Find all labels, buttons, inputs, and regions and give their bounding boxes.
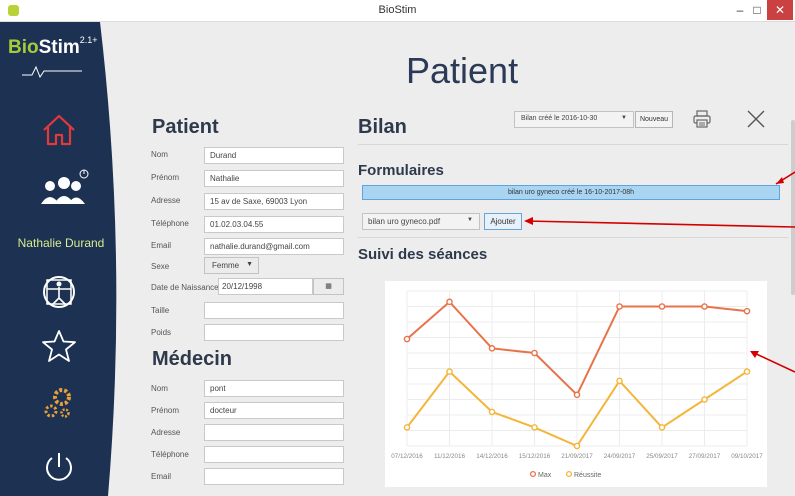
data-point bbox=[616, 377, 623, 385]
pdf-template-select[interactable]: bilan uro gyneco.pdf ▼ bbox=[362, 213, 480, 230]
data-point bbox=[531, 424, 538, 431]
patient-telephone-label: Téléphone bbox=[151, 219, 189, 228]
star-icon[interactable] bbox=[40, 328, 78, 364]
patient-prenom-field[interactable]: Nathalie bbox=[204, 170, 344, 187]
vitruvian-icon[interactable] bbox=[40, 274, 78, 310]
data-point bbox=[616, 303, 623, 310]
patient-heading: Patient bbox=[152, 116, 219, 138]
data-point bbox=[573, 391, 581, 399]
poids-field[interactable] bbox=[204, 324, 344, 341]
legend-label: Max bbox=[538, 472, 552, 479]
data-point bbox=[403, 335, 411, 343]
calendar-icon[interactable]: ▦ bbox=[313, 278, 344, 295]
maximize-button[interactable]: □ bbox=[749, 0, 765, 20]
legend-marker bbox=[565, 470, 573, 478]
data-point bbox=[573, 442, 581, 450]
medecin-email-label: Email bbox=[151, 472, 172, 481]
bilan-select[interactable]: Bilan créé le 2016-10-30 ▼ bbox=[514, 111, 634, 128]
form-list-item[interactable]: bilan uro gyneco créé le 16-10-2017-08h bbox=[362, 185, 780, 200]
user-name[interactable]: Nathalie Durand bbox=[0, 236, 122, 250]
brand-logo: BioStim2.1+ bbox=[8, 34, 98, 58]
data-point bbox=[446, 298, 453, 306]
patient-nom-field[interactable]: Durand bbox=[204, 147, 344, 164]
medecin-adresse-label: Adresse bbox=[151, 428, 181, 437]
window-title: BioStim bbox=[378, 4, 417, 16]
divider bbox=[358, 144, 788, 145]
nouveau-button[interactable]: Nouveau bbox=[635, 111, 673, 128]
patient-telephone-field[interactable]: 01.02.03.04.55 bbox=[204, 216, 344, 233]
data-point bbox=[743, 368, 751, 375]
power-icon[interactable] bbox=[40, 450, 78, 486]
x-tick-label: 07/12/2016 bbox=[391, 453, 423, 460]
patient-adresse-field[interactable]: 15 av de Saxe, 69003 Lyon bbox=[204, 193, 344, 210]
patient-prenom-label: Prénom bbox=[151, 173, 180, 182]
data-point bbox=[488, 408, 496, 416]
data-point bbox=[743, 307, 751, 315]
chevron-down-icon: ▼ bbox=[467, 217, 473, 223]
gears-icon[interactable] bbox=[40, 382, 78, 420]
close-window-button[interactable]: ✕ bbox=[767, 0, 793, 20]
home-icon[interactable] bbox=[40, 112, 78, 148]
dob-label: Date de Naissance bbox=[151, 283, 219, 292]
seances-line-chart: 07/12/2016 11/12/2016 14/12/2016 15/12/2016… bbox=[391, 290, 763, 479]
x-tick-label: 09/10/2017 bbox=[731, 453, 763, 460]
page-title: Patient bbox=[406, 50, 519, 91]
medecin-nom-field[interactable]: pont bbox=[204, 380, 344, 397]
sidebar-background bbox=[0, 22, 122, 496]
dob-field[interactable]: 20/12/1998 bbox=[218, 278, 313, 295]
legend-marker bbox=[529, 470, 537, 478]
sexe-select[interactable]: Femme ▼ bbox=[204, 257, 259, 274]
medecin-adresse-field[interactable] bbox=[204, 424, 344, 441]
data-point bbox=[701, 303, 708, 310]
x-tick-label: 24/09/2017 bbox=[604, 453, 636, 460]
formulaires-heading: Formulaires bbox=[358, 162, 444, 179]
scrollbar[interactable] bbox=[791, 120, 795, 295]
data-point bbox=[403, 424, 411, 431]
data-point bbox=[531, 349, 538, 357]
sexe-label: Sexe bbox=[151, 262, 170, 271]
poids-label: Poids bbox=[151, 328, 172, 337]
x-tick-label: 21/09/2017 bbox=[561, 453, 593, 460]
medecin-prenom-field[interactable]: docteur bbox=[204, 402, 344, 419]
data-point bbox=[658, 424, 666, 431]
patient-nom-label: Nom bbox=[151, 150, 168, 159]
bilan-heading: Bilan bbox=[358, 116, 407, 138]
medecin-prenom-label: Prénom bbox=[151, 406, 180, 415]
taille-label: Taille bbox=[151, 306, 170, 315]
x-tick-label: 27/09/2017 bbox=[689, 453, 721, 460]
users-icon[interactable] bbox=[38, 168, 90, 208]
ajouter-button[interactable]: Ajouter bbox=[484, 213, 522, 230]
sidebar: BioStim2.1+ Nathalie Durand bbox=[0, 22, 122, 496]
divider bbox=[358, 237, 788, 238]
app-window: BioStim – □ ✕ BioStim2.1+ Nathalie Duran… bbox=[0, 0, 795, 496]
data-point bbox=[701, 396, 708, 403]
medecin-heading: Médecin bbox=[152, 348, 233, 370]
minimize-button[interactable]: – bbox=[732, 0, 748, 20]
chevron-down-icon: ▼ bbox=[246, 261, 253, 268]
medecin-email-field[interactable] bbox=[204, 468, 344, 485]
taille-field[interactable] bbox=[204, 302, 344, 319]
medecin-telephone-field[interactable] bbox=[204, 446, 344, 463]
chevron-down-icon: ▼ bbox=[621, 115, 627, 121]
data-point bbox=[488, 345, 496, 352]
data-point bbox=[446, 368, 453, 375]
patient-email-field[interactable]: nathalie.durand@gmail.com bbox=[204, 238, 344, 255]
close-icon[interactable] bbox=[745, 108, 767, 130]
x-tick-label: 14/12/2016 bbox=[476, 453, 508, 460]
x-tick-label: 25/09/2017 bbox=[646, 453, 678, 460]
medecin-nom-label: Nom bbox=[151, 384, 168, 393]
signal-wave-icon bbox=[22, 65, 82, 78]
title-bar: BioStim – □ ✕ bbox=[0, 0, 795, 22]
x-tick-label: 15/12/2016 bbox=[519, 453, 551, 460]
medecin-telephone-label: Téléphone bbox=[151, 450, 189, 459]
x-tick-label: 11/12/2016 bbox=[434, 453, 466, 460]
legend-label: Réussite bbox=[574, 472, 601, 479]
print-icon[interactable] bbox=[693, 110, 711, 128]
patient-adresse-label: Adresse bbox=[151, 196, 181, 205]
suivi-heading: Suivi des séances bbox=[358, 246, 488, 263]
patient-email-label: Email bbox=[151, 241, 172, 250]
data-point bbox=[658, 303, 666, 310]
